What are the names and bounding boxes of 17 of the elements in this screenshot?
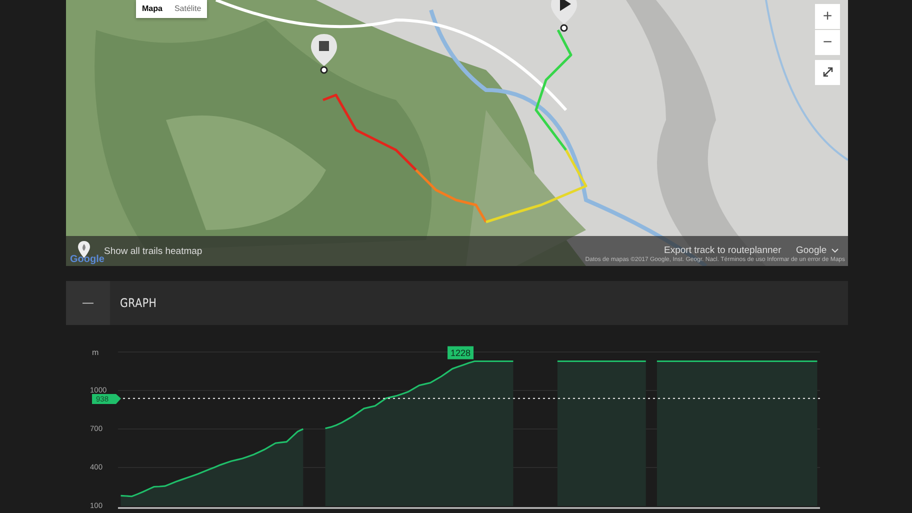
google-logo: Google (70, 253, 104, 266)
max-elevation-tag: 1228 (448, 346, 474, 360)
zoom-in-button[interactable]: + (815, 4, 840, 29)
graph-title: GRAPH (120, 295, 157, 312)
zoom-out-button[interactable]: − (815, 30, 840, 55)
heatmap-toggle[interactable]: Show all trails heatmap (104, 245, 202, 260)
expand-icon (822, 66, 834, 78)
end-pin-icon[interactable] (311, 34, 337, 74)
map-type-tab[interactable]: Mapa (136, 0, 168, 18)
map-type-tab[interactable]: Satélite (168, 0, 208, 18)
chevron-down-icon[interactable] (831, 248, 839, 254)
axis-unit-label: m (92, 348, 99, 357)
language-select[interactable]: Google (796, 244, 827, 258)
fullscreen-button[interactable] (815, 60, 840, 85)
collapse-button[interactable]: — (66, 281, 110, 325)
annotation: 1228 (450, 348, 471, 358)
start-pin-icon[interactable] (551, 0, 577, 32)
